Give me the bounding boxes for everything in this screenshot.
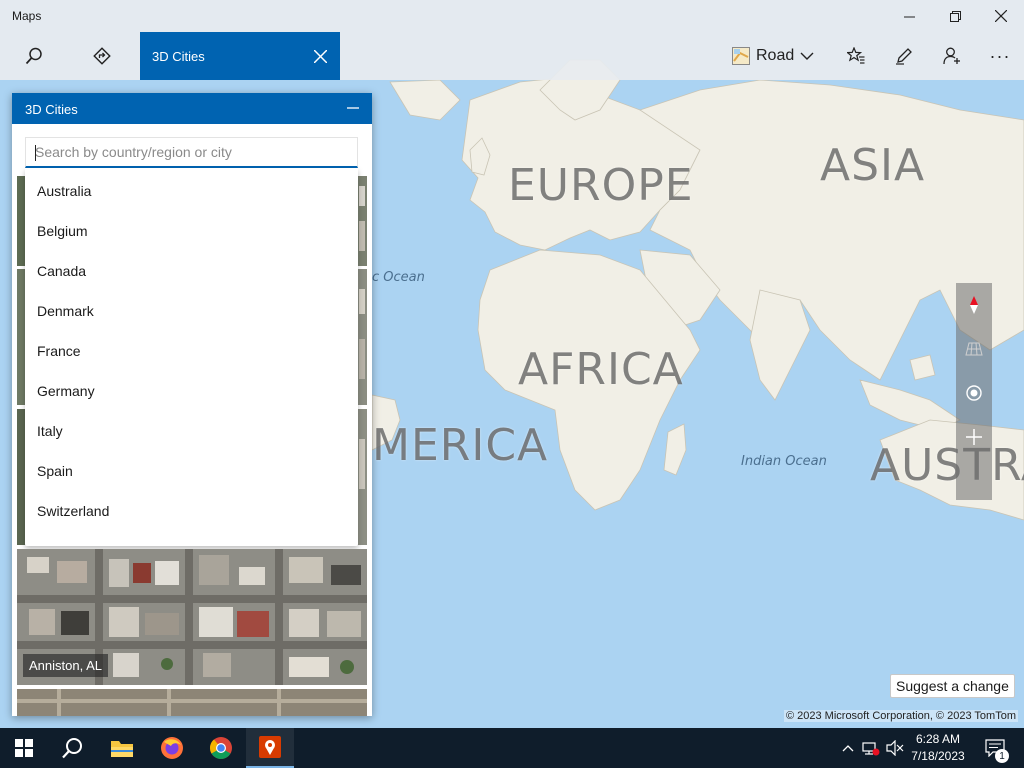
volume-button[interactable] <box>885 738 905 758</box>
start-button[interactable] <box>0 728 48 768</box>
ink-button[interactable] <box>880 32 928 80</box>
panel-title: 3D Cities <box>25 102 78 117</box>
city-thumbnail[interactable] <box>17 689 367 716</box>
maps-app-button[interactable] <box>246 728 294 768</box>
clock-date: 7/18/2023 <box>911 749 965 763</box>
tab-3d-cities[interactable]: 3D Cities <box>140 32 340 80</box>
app-title: Maps <box>12 9 42 23</box>
show-hidden-icons-button[interactable] <box>838 738 858 758</box>
minimize-icon <box>347 107 359 109</box>
country-item[interactable]: Switzerland <box>25 491 358 531</box>
network-disconnected-icon <box>862 742 880 756</box>
tab-3d-cities-label: 3D Cities <box>152 49 205 64</box>
map-copyright: © 2023 Microsoft Corporation, © 2023 Tom… <box>783 710 1018 722</box>
chrome-button[interactable] <box>197 728 245 768</box>
close-icon <box>995 10 1007 22</box>
taskbar-search-button[interactable] <box>48 728 96 768</box>
search-icon <box>62 738 82 759</box>
app-toolbar: 3D Cities Road ··· <box>0 32 1024 80</box>
account-button[interactable] <box>928 32 976 80</box>
country-item[interactable]: France <box>25 331 358 371</box>
network-status-button[interactable] <box>861 738 881 758</box>
restore-icon <box>949 10 961 22</box>
3d-cities-panel: 3D Cities AustraliaBelgiumCanadaDenmarkF… <box>12 93 372 716</box>
ink-pen-icon <box>896 48 912 65</box>
map-style-dropdown[interactable]: Road <box>732 42 814 70</box>
country-item[interactable]: Denmark <box>25 291 358 331</box>
country-item[interactable]: Italy <box>25 411 358 451</box>
more-options-button[interactable]: ··· <box>976 32 1024 80</box>
locate-me-button[interactable] <box>956 371 992 415</box>
file-explorer-icon <box>111 741 133 757</box>
city-name-label: Anniston, AL <box>23 654 108 677</box>
file-explorer-button[interactable] <box>98 728 146 768</box>
volume-muted-icon <box>886 740 904 756</box>
region-label-asia: ASIA <box>820 140 926 191</box>
country-item[interactable]: Canada <box>25 251 358 291</box>
tilt-button[interactable] <box>956 327 992 371</box>
close-button[interactable] <box>978 0 1024 32</box>
minimize-button[interactable] <box>886 0 932 32</box>
panel-header: 3D Cities <box>12 93 372 124</box>
compass-icon <box>970 296 978 314</box>
search-icon <box>25 47 42 65</box>
region-label-europe: EUROPE <box>508 160 694 211</box>
map-controls <box>956 283 992 500</box>
aerial-image <box>17 689 367 716</box>
tab-close-button[interactable] <box>306 41 334 71</box>
region-label-africa: AFRICA <box>518 344 684 395</box>
taskbar: 6:28 AM 7/18/2023 1 <box>0 728 1024 768</box>
locate-me-icon <box>966 385 982 401</box>
chevron-up-icon <box>842 745 854 752</box>
restore-button[interactable] <box>932 0 978 32</box>
zoom-in-icon <box>966 429 982 445</box>
clock-time: 6:28 AM <box>915 732 961 746</box>
chevron-down-icon <box>800 52 814 60</box>
firefox-icon <box>161 737 183 759</box>
suggest-change-button[interactable]: Suggest a change <box>890 674 1015 698</box>
ocean-label-atlantic: c Ocean <box>372 270 425 285</box>
firefox-button[interactable] <box>148 728 196 768</box>
close-icon <box>313 49 327 63</box>
compass-button[interactable] <box>956 283 992 327</box>
maps-app-icon <box>259 736 281 758</box>
city-card-anniston[interactable]: Anniston, AL <box>17 549 367 685</box>
text-cursor <box>35 145 36 161</box>
title-bar: Maps <box>0 0 1024 32</box>
country-item[interactable]: Australia <box>25 171 358 211</box>
country-item[interactable]: Germany <box>25 371 358 411</box>
search-button[interactable] <box>10 32 58 80</box>
country-item[interactable]: Belgium <box>25 211 358 251</box>
zoom-in-button[interactable] <box>956 415 992 459</box>
notification-count-badge: 1 <box>995 749 1009 763</box>
action-center-button[interactable]: 1 <box>980 728 1010 768</box>
region-label-australia: AUSTRA <box>870 440 1024 491</box>
region-label-america: MERICA <box>372 420 549 471</box>
map-style-label: Road <box>756 47 795 64</box>
add-person-icon <box>943 47 960 65</box>
directions-button[interactable] <box>78 32 126 80</box>
country-search-field[interactable] <box>25 137 358 168</box>
country-item[interactable]: Spain <box>25 451 358 491</box>
country-suggestion-list: Australia Belgium Canada Denmark France Germa… <box>25 168 358 546</box>
favorites-button[interactable] <box>832 32 880 80</box>
3d-tilt-icon <box>965 342 983 356</box>
panel-minimize-button[interactable] <box>340 95 366 121</box>
favorites-icon <box>847 47 865 64</box>
ocean-label-indian: Indian Ocean <box>741 454 827 469</box>
chrome-icon <box>210 737 232 759</box>
country-search-input[interactable] <box>26 138 357 166</box>
road-map-icon <box>732 47 750 65</box>
windows-start-icon <box>15 739 33 757</box>
minimize-icon <box>903 16 915 17</box>
directions-icon <box>93 47 111 65</box>
system-clock[interactable]: 6:28 AM 7/18/2023 <box>905 731 971 765</box>
